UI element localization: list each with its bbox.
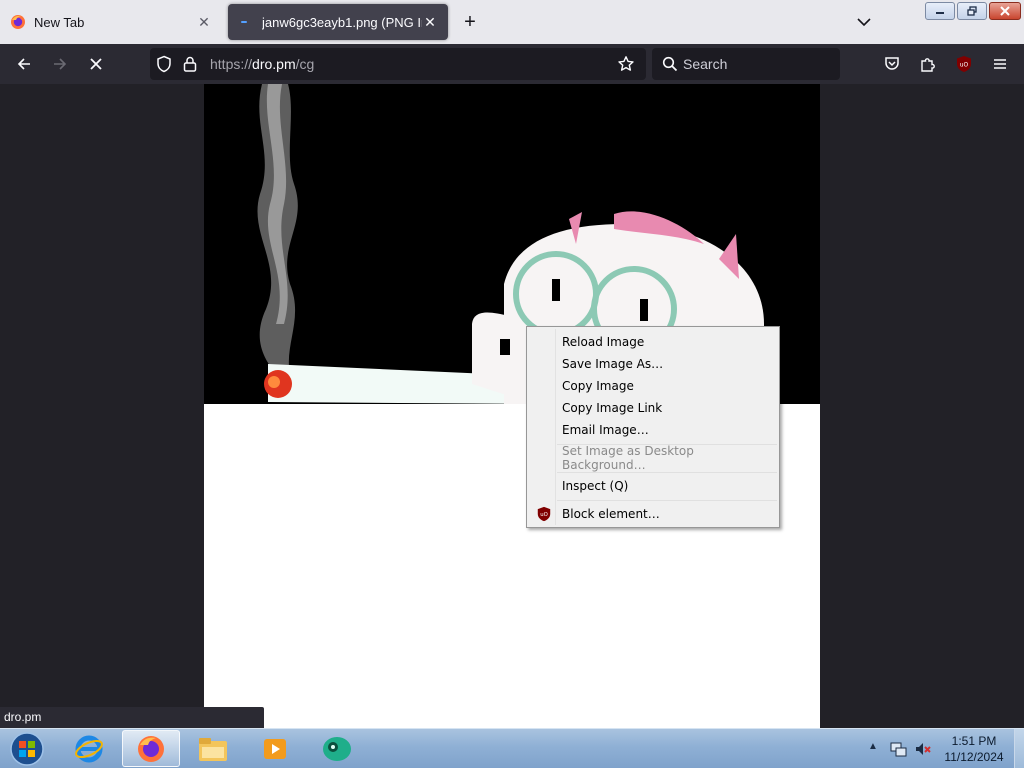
menu-separator <box>557 472 777 473</box>
show-hidden-icons-button[interactable]: ▲ <box>868 741 878 752</box>
internet-explorer-icon <box>75 735 103 762</box>
taskbar-internet-explorer[interactable] <box>60 730 118 767</box>
system-clock[interactable]: 1:51 PM 11/12/2024 <box>936 733 1012 765</box>
menu-item-label: Copy Image Link <box>562 401 663 415</box>
ublock-origin-icon: uO <box>957 56 971 72</box>
tab-title: New Tab <box>34 14 85 30</box>
menu-separator <box>557 500 777 501</box>
menu-item-email-image[interactable]: Email Image… <box>529 419 777 441</box>
tab-strip: New Tab ✕ janw6gc3eayb1.png (PNG Imag ✕ … <box>0 0 1024 44</box>
image-context-menu: Reload Image Save Image As… Copy Image C… <box>526 326 780 528</box>
extensions-button[interactable] <box>914 50 942 78</box>
menu-item-label: Save Image As… <box>562 357 664 371</box>
tab-image[interactable]: janw6gc3eayb1.png (PNG Imag ✕ <box>228 4 448 40</box>
arrow-right-icon <box>54 58 67 70</box>
taskbar-firefox[interactable] <box>122 730 180 767</box>
start-button[interactable] <box>6 731 48 767</box>
page-content <box>0 84 1024 728</box>
search-icon <box>660 54 680 74</box>
close-icon <box>90 58 102 70</box>
new-tab-button[interactable]: + <box>458 10 482 34</box>
show-desktop-button[interactable] <box>1014 729 1024 768</box>
network-icon[interactable] <box>890 740 908 758</box>
taskbar-file-explorer[interactable] <box>184 730 242 767</box>
menu-item-copy-image[interactable]: Copy Image <box>529 375 777 397</box>
forward-button[interactable] <box>46 50 74 78</box>
url-path: /cg <box>295 56 315 72</box>
file-explorer-icon <box>199 737 227 761</box>
menu-item-save-image-as[interactable]: Save Image As… <box>529 353 777 375</box>
minimize-button[interactable] <box>925 2 955 20</box>
ublock-origin-icon: uO <box>536 506 552 522</box>
menu-item-label: Reload Image <box>562 335 645 349</box>
taskbar-app[interactable] <box>308 730 366 767</box>
pocket-button[interactable] <box>878 50 906 78</box>
menu-item-set-desktop-background: Set Image as Desktop Background… <box>529 444 777 472</box>
menu-item-copy-image-link[interactable]: Copy Image Link <box>529 397 777 419</box>
firefox-icon <box>10 14 26 30</box>
url-host: dro.pm <box>252 56 296 72</box>
menu-item-label: Inspect (Q) <box>562 479 629 493</box>
start-orb-icon <box>10 732 44 766</box>
svg-text:uO: uO <box>960 62 969 69</box>
menu-item-block-element[interactable]: uO Block element… <box>529 503 777 525</box>
loading-dot-icon <box>238 14 254 30</box>
url-text[interactable]: https://dro.pm/cg <box>210 56 314 72</box>
bookmark-star-icon[interactable] <box>616 54 636 74</box>
close-tab-icon[interactable]: ✕ <box>422 14 438 30</box>
close-tab-icon[interactable]: ✕ <box>196 14 212 30</box>
close-icon <box>1000 6 1010 16</box>
restore-icon <box>967 6 977 16</box>
menu-item-reload-image[interactable]: Reload Image <box>529 331 777 353</box>
hamburger-menu-icon <box>994 59 1006 69</box>
tab-new-tab[interactable]: New Tab ✕ <box>0 4 222 40</box>
menu-item-label: Set Image as Desktop Background… <box>562 444 694 472</box>
menu-item-label: Email Image… <box>562 423 649 437</box>
address-bar[interactable]: https://dro.pm/cg <box>150 48 646 80</box>
volume-muted-icon[interactable] <box>914 740 932 758</box>
search-placeholder: Search <box>683 56 728 72</box>
svg-text:uO: uO <box>540 512 548 518</box>
list-all-tabs-button[interactable] <box>852 10 876 34</box>
shield-icon[interactable] <box>154 54 174 74</box>
arrow-left-icon <box>17 58 30 70</box>
navigation-toolbar: https://dro.pm/cg Search uO <box>0 44 1024 84</box>
pocket-icon <box>885 57 899 70</box>
menu-item-label: Copy Image <box>562 379 634 393</box>
url-scheme: https:// <box>210 56 253 72</box>
status-panel: dro.pm <box>0 707 264 728</box>
chevron-down-icon <box>857 18 871 27</box>
app-menu-button[interactable] <box>986 50 1014 78</box>
back-button[interactable] <box>10 50 38 78</box>
taskbar-media-player[interactable] <box>246 730 304 767</box>
clock-time: 1:51 PM <box>951 734 997 748</box>
windows-taskbar: ▲ 1:51 PM 11/12/2024 <box>0 728 1024 768</box>
ublock-origin-button[interactable]: uO <box>950 50 978 78</box>
clock-date: 11/12/2024 <box>944 750 1004 764</box>
close-window-button[interactable] <box>989 2 1021 20</box>
tab-title: janw6gc3eayb1.png (PNG Imag <box>262 14 422 30</box>
search-input[interactable]: Search <box>652 48 840 80</box>
puzzle-icon <box>921 58 935 72</box>
media-player-icon <box>264 738 286 759</box>
menu-item-inspect[interactable]: Inspect (Q) <box>529 475 777 497</box>
menu-item-label: Block element… <box>562 507 660 521</box>
restore-button[interactable] <box>957 2 987 20</box>
app-icon <box>323 736 351 761</box>
minimize-icon <box>936 12 944 14</box>
stop-button[interactable] <box>82 50 110 78</box>
lock-icon[interactable] <box>180 54 200 74</box>
firefox-icon <box>138 735 164 762</box>
